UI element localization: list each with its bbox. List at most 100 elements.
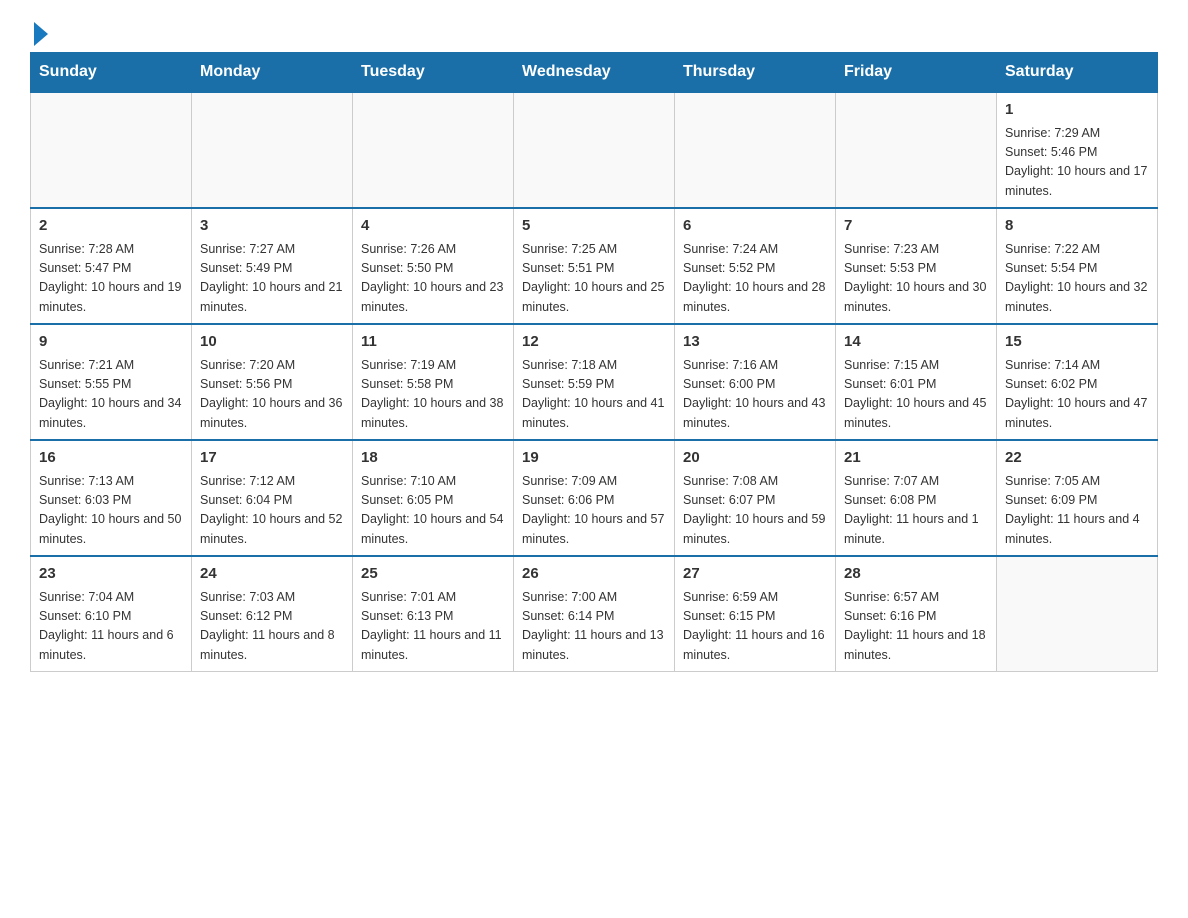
day-number: 25: [361, 563, 505, 586]
day-info: Sunrise: 7:20 AMSunset: 5:56 PMDaylight:…: [200, 356, 344, 434]
day-info: Sunrise: 7:22 AMSunset: 5:54 PMDaylight:…: [1005, 240, 1149, 318]
calendar-week-2: 2Sunrise: 7:28 AMSunset: 5:47 PMDaylight…: [31, 208, 1158, 324]
day-info: Sunrise: 7:27 AMSunset: 5:49 PMDaylight:…: [200, 240, 344, 318]
day-number: 19: [522, 447, 666, 470]
calendar-cell: 1Sunrise: 7:29 AMSunset: 5:46 PMDaylight…: [997, 92, 1158, 208]
day-number: 1: [1005, 99, 1149, 122]
calendar-cell: 25Sunrise: 7:01 AMSunset: 6:13 PMDayligh…: [353, 556, 514, 672]
calendar-cell: 4Sunrise: 7:26 AMSunset: 5:50 PMDaylight…: [353, 208, 514, 324]
calendar-cell: 11Sunrise: 7:19 AMSunset: 5:58 PMDayligh…: [353, 324, 514, 440]
day-info: Sunrise: 7:03 AMSunset: 6:12 PMDaylight:…: [200, 588, 344, 666]
column-header-friday: Friday: [836, 53, 997, 93]
day-number: 16: [39, 447, 183, 470]
column-header-thursday: Thursday: [675, 53, 836, 93]
day-number: 11: [361, 331, 505, 354]
day-info: Sunrise: 6:59 AMSunset: 6:15 PMDaylight:…: [683, 588, 827, 666]
logo: [30, 20, 48, 42]
day-number: 9: [39, 331, 183, 354]
day-info: Sunrise: 7:26 AMSunset: 5:50 PMDaylight:…: [361, 240, 505, 318]
day-info: Sunrise: 7:23 AMSunset: 5:53 PMDaylight:…: [844, 240, 988, 318]
calendar-cell: 28Sunrise: 6:57 AMSunset: 6:16 PMDayligh…: [836, 556, 997, 672]
day-number: 15: [1005, 331, 1149, 354]
calendar-header-row: SundayMondayTuesdayWednesdayThursdayFrid…: [31, 53, 1158, 93]
column-header-wednesday: Wednesday: [514, 53, 675, 93]
day-number: 20: [683, 447, 827, 470]
calendar-cell: 24Sunrise: 7:03 AMSunset: 6:12 PMDayligh…: [192, 556, 353, 672]
day-info: Sunrise: 7:10 AMSunset: 6:05 PMDaylight:…: [361, 472, 505, 550]
calendar-cell: 26Sunrise: 7:00 AMSunset: 6:14 PMDayligh…: [514, 556, 675, 672]
day-info: Sunrise: 7:21 AMSunset: 5:55 PMDaylight:…: [39, 356, 183, 434]
calendar-cell: 7Sunrise: 7:23 AMSunset: 5:53 PMDaylight…: [836, 208, 997, 324]
day-info: Sunrise: 7:28 AMSunset: 5:47 PMDaylight:…: [39, 240, 183, 318]
calendar-week-5: 23Sunrise: 7:04 AMSunset: 6:10 PMDayligh…: [31, 556, 1158, 672]
column-header-saturday: Saturday: [997, 53, 1158, 93]
calendar-cell: 15Sunrise: 7:14 AMSunset: 6:02 PMDayligh…: [997, 324, 1158, 440]
logo-arrow-icon: [34, 22, 48, 46]
day-info: Sunrise: 7:19 AMSunset: 5:58 PMDaylight:…: [361, 356, 505, 434]
day-info: Sunrise: 7:14 AMSunset: 6:02 PMDaylight:…: [1005, 356, 1149, 434]
calendar-cell: 20Sunrise: 7:08 AMSunset: 6:07 PMDayligh…: [675, 440, 836, 556]
day-number: 21: [844, 447, 988, 470]
day-info: Sunrise: 7:18 AMSunset: 5:59 PMDaylight:…: [522, 356, 666, 434]
day-info: Sunrise: 7:13 AMSunset: 6:03 PMDaylight:…: [39, 472, 183, 550]
day-info: Sunrise: 7:07 AMSunset: 6:08 PMDaylight:…: [844, 472, 988, 550]
calendar-cell: 21Sunrise: 7:07 AMSunset: 6:08 PMDayligh…: [836, 440, 997, 556]
day-number: 18: [361, 447, 505, 470]
calendar-cell: 9Sunrise: 7:21 AMSunset: 5:55 PMDaylight…: [31, 324, 192, 440]
day-number: 10: [200, 331, 344, 354]
day-info: Sunrise: 7:04 AMSunset: 6:10 PMDaylight:…: [39, 588, 183, 666]
calendar-week-1: 1Sunrise: 7:29 AMSunset: 5:46 PMDaylight…: [31, 92, 1158, 208]
day-number: 26: [522, 563, 666, 586]
day-info: Sunrise: 7:01 AMSunset: 6:13 PMDaylight:…: [361, 588, 505, 666]
day-info: Sunrise: 7:00 AMSunset: 6:14 PMDaylight:…: [522, 588, 666, 666]
calendar-cell: 6Sunrise: 7:24 AMSunset: 5:52 PMDaylight…: [675, 208, 836, 324]
calendar-cell: 17Sunrise: 7:12 AMSunset: 6:04 PMDayligh…: [192, 440, 353, 556]
day-info: Sunrise: 7:16 AMSunset: 6:00 PMDaylight:…: [683, 356, 827, 434]
day-number: 5: [522, 215, 666, 238]
calendar-cell: 27Sunrise: 6:59 AMSunset: 6:15 PMDayligh…: [675, 556, 836, 672]
page-header: [30, 20, 1158, 42]
day-number: 2: [39, 215, 183, 238]
calendar-cell: [997, 556, 1158, 672]
calendar-table: SundayMondayTuesdayWednesdayThursdayFrid…: [30, 52, 1158, 672]
day-info: Sunrise: 7:24 AMSunset: 5:52 PMDaylight:…: [683, 240, 827, 318]
day-number: 8: [1005, 215, 1149, 238]
calendar-cell: [192, 92, 353, 208]
column-header-sunday: Sunday: [31, 53, 192, 93]
day-number: 24: [200, 563, 344, 586]
day-number: 7: [844, 215, 988, 238]
calendar-cell: 23Sunrise: 7:04 AMSunset: 6:10 PMDayligh…: [31, 556, 192, 672]
day-info: Sunrise: 7:25 AMSunset: 5:51 PMDaylight:…: [522, 240, 666, 318]
calendar-cell: 3Sunrise: 7:27 AMSunset: 5:49 PMDaylight…: [192, 208, 353, 324]
calendar-cell: 10Sunrise: 7:20 AMSunset: 5:56 PMDayligh…: [192, 324, 353, 440]
column-header-tuesday: Tuesday: [353, 53, 514, 93]
day-number: 3: [200, 215, 344, 238]
day-info: Sunrise: 7:15 AMSunset: 6:01 PMDaylight:…: [844, 356, 988, 434]
calendar-cell: 16Sunrise: 7:13 AMSunset: 6:03 PMDayligh…: [31, 440, 192, 556]
day-number: 13: [683, 331, 827, 354]
calendar-cell: [353, 92, 514, 208]
day-info: Sunrise: 7:12 AMSunset: 6:04 PMDaylight:…: [200, 472, 344, 550]
day-info: Sunrise: 7:29 AMSunset: 5:46 PMDaylight:…: [1005, 124, 1149, 202]
calendar-cell: 8Sunrise: 7:22 AMSunset: 5:54 PMDaylight…: [997, 208, 1158, 324]
day-number: 17: [200, 447, 344, 470]
day-info: Sunrise: 7:05 AMSunset: 6:09 PMDaylight:…: [1005, 472, 1149, 550]
calendar-cell: 12Sunrise: 7:18 AMSunset: 5:59 PMDayligh…: [514, 324, 675, 440]
calendar-cell: [675, 92, 836, 208]
calendar-cell: 19Sunrise: 7:09 AMSunset: 6:06 PMDayligh…: [514, 440, 675, 556]
calendar-cell: 2Sunrise: 7:28 AMSunset: 5:47 PMDaylight…: [31, 208, 192, 324]
calendar-cell: [31, 92, 192, 208]
calendar-cell: 14Sunrise: 7:15 AMSunset: 6:01 PMDayligh…: [836, 324, 997, 440]
day-number: 12: [522, 331, 666, 354]
calendar-cell: 5Sunrise: 7:25 AMSunset: 5:51 PMDaylight…: [514, 208, 675, 324]
day-number: 27: [683, 563, 827, 586]
calendar-cell: 18Sunrise: 7:10 AMSunset: 6:05 PMDayligh…: [353, 440, 514, 556]
day-info: Sunrise: 7:09 AMSunset: 6:06 PMDaylight:…: [522, 472, 666, 550]
day-number: 23: [39, 563, 183, 586]
day-number: 28: [844, 563, 988, 586]
day-number: 4: [361, 215, 505, 238]
column-header-monday: Monday: [192, 53, 353, 93]
day-number: 14: [844, 331, 988, 354]
day-info: Sunrise: 7:08 AMSunset: 6:07 PMDaylight:…: [683, 472, 827, 550]
day-info: Sunrise: 6:57 AMSunset: 6:16 PMDaylight:…: [844, 588, 988, 666]
